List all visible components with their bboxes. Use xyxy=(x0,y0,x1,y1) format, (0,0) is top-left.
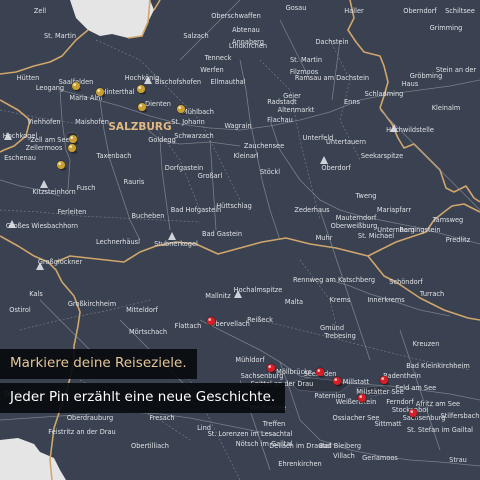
red-pin[interactable] xyxy=(266,363,277,374)
map-view[interactable]: Zell Gosau Haller Oberndorf Schiltsee St. Mar… xyxy=(0,0,480,480)
pin-head[interactable] xyxy=(357,393,367,403)
pin-head[interactable] xyxy=(71,81,81,91)
pin-head[interactable] xyxy=(95,87,105,97)
gold-pin[interactable] xyxy=(136,84,147,95)
pin-head[interactable] xyxy=(408,408,418,418)
gold-pin[interactable] xyxy=(137,102,148,113)
pin-head[interactable] xyxy=(206,316,216,326)
caption-line-2: Jeder Pin erzählt eine neue Geschichte. xyxy=(0,383,286,413)
red-pin[interactable] xyxy=(206,316,217,327)
gold-pin[interactable] xyxy=(68,134,79,145)
pin-head[interactable] xyxy=(56,160,66,170)
pin-head[interactable] xyxy=(176,104,186,114)
gold-pin[interactable] xyxy=(56,160,67,171)
pin-highlight xyxy=(268,365,272,368)
pin-head[interactable] xyxy=(68,134,78,144)
pin-head[interactable] xyxy=(315,367,325,377)
pin-head[interactable] xyxy=(332,376,342,386)
pin-head[interactable] xyxy=(136,84,146,94)
pin-head[interactable] xyxy=(67,143,77,153)
red-pin[interactable] xyxy=(379,375,390,386)
pin-highlight xyxy=(317,369,321,372)
pin-head[interactable] xyxy=(137,102,147,112)
pin-highlight xyxy=(69,145,72,148)
pin-highlight xyxy=(97,89,100,92)
pin-highlight xyxy=(70,136,73,139)
gold-pin[interactable] xyxy=(71,81,82,92)
pin-head[interactable] xyxy=(379,375,389,385)
pin-head[interactable] xyxy=(266,363,276,373)
pin-highlight xyxy=(178,106,181,109)
pin-highlight xyxy=(410,410,414,413)
pin-highlight xyxy=(334,378,338,381)
pin-highlight xyxy=(58,162,61,165)
pin-highlight xyxy=(359,395,363,398)
pin-highlight xyxy=(208,318,211,321)
red-pin[interactable] xyxy=(408,408,419,419)
red-pin[interactable] xyxy=(332,376,343,387)
gold-pin[interactable] xyxy=(176,104,187,115)
pin-highlight xyxy=(138,86,141,89)
gold-pin[interactable] xyxy=(95,87,106,98)
red-pin[interactable] xyxy=(357,393,368,404)
pin-highlight xyxy=(139,104,142,107)
pin-highlight xyxy=(73,83,76,86)
gold-pin[interactable] xyxy=(67,143,78,154)
caption-line-1: Markiere deine Reiseziele. xyxy=(0,349,197,379)
red-pin[interactable] xyxy=(315,367,326,378)
pin-highlight xyxy=(381,377,385,380)
